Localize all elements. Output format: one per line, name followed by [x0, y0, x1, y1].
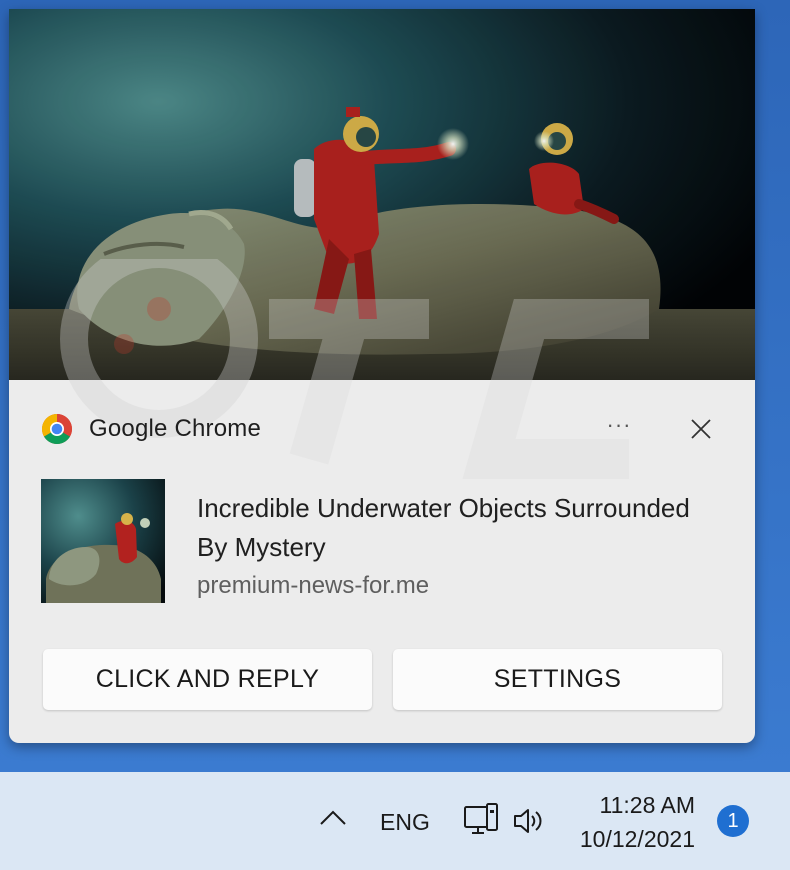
chrome-notification-toast[interactable]: Google Chrome ··· Incredible Underwater … [9, 9, 755, 743]
notification-thumbnail [41, 479, 165, 603]
chevron-up-icon[interactable] [318, 806, 348, 832]
hero-image[interactable] [9, 9, 755, 380]
notification-count-badge[interactable]: 1 [717, 805, 749, 837]
notification-domain: premium-news-for.me [197, 572, 430, 599]
language-indicator[interactable]: ENG [380, 809, 430, 836]
ellipsis-icon[interactable]: ··· [599, 414, 639, 447]
app-name: Google Chrome [89, 415, 262, 442]
speaker-icon[interactable] [512, 806, 548, 836]
close-icon[interactable] [685, 413, 717, 445]
system-clock[interactable]: 11:28 AM 10/12/2021 [575, 788, 695, 856]
click-and-reply-button[interactable]: CLICK AND REPLY [43, 649, 372, 710]
network-icon[interactable] [462, 802, 502, 838]
chrome-icon [41, 413, 73, 445]
clock-time: 11:28 AM [599, 792, 695, 818]
notification-title: Incredible Underwater Objects Surrounded… [197, 493, 690, 562]
settings-button[interactable]: SETTINGS [393, 649, 722, 710]
clock-date: 10/12/2021 [579, 826, 695, 852]
